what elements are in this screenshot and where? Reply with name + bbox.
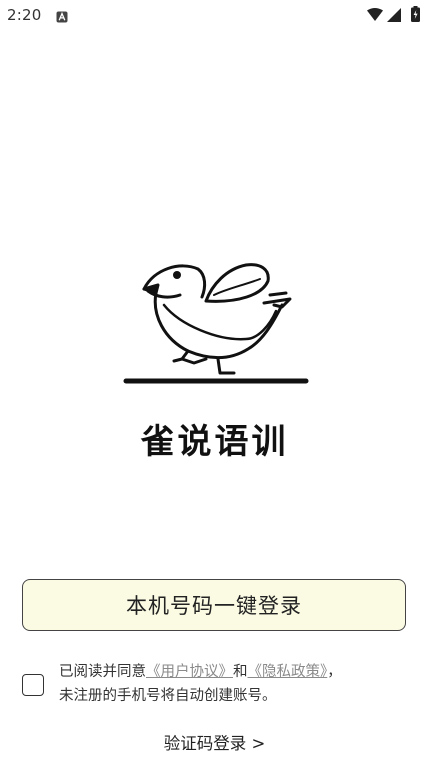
agreement-and: 和	[233, 664, 248, 680]
app-title: 雀说语训	[140, 422, 289, 462]
agreement-suffix: ，	[327, 664, 342, 680]
wifi-icon	[367, 7, 383, 21]
agreement-checkbox[interactable]	[22, 674, 44, 696]
agreement-text: 已阅读并同意《用户协议》和《隐私政策》， 未注册的手机号将自动创建账号。	[59, 660, 399, 708]
privacy-policy-link[interactable]: 《隐私政策》	[248, 664, 328, 680]
agreement-note: 未注册的手机号将自动创建账号。	[59, 688, 277, 704]
signal-icon	[387, 7, 401, 22]
sparrow-logo-icon	[122, 255, 310, 387]
battery-icon	[411, 6, 420, 22]
status-bar: 2:20	[0, 0, 429, 30]
status-time: 2:20	[7, 6, 42, 24]
verification-code-login-link[interactable]: 验证码登录 >	[0, 730, 429, 754]
a-notification-icon	[56, 8, 68, 23]
one-click-login-button[interactable]: 本机号码一键登录	[22, 579, 406, 631]
agreement-prefix: 已阅读并同意	[59, 664, 146, 680]
user-agreement-link[interactable]: 《用户协议》	[146, 664, 233, 680]
